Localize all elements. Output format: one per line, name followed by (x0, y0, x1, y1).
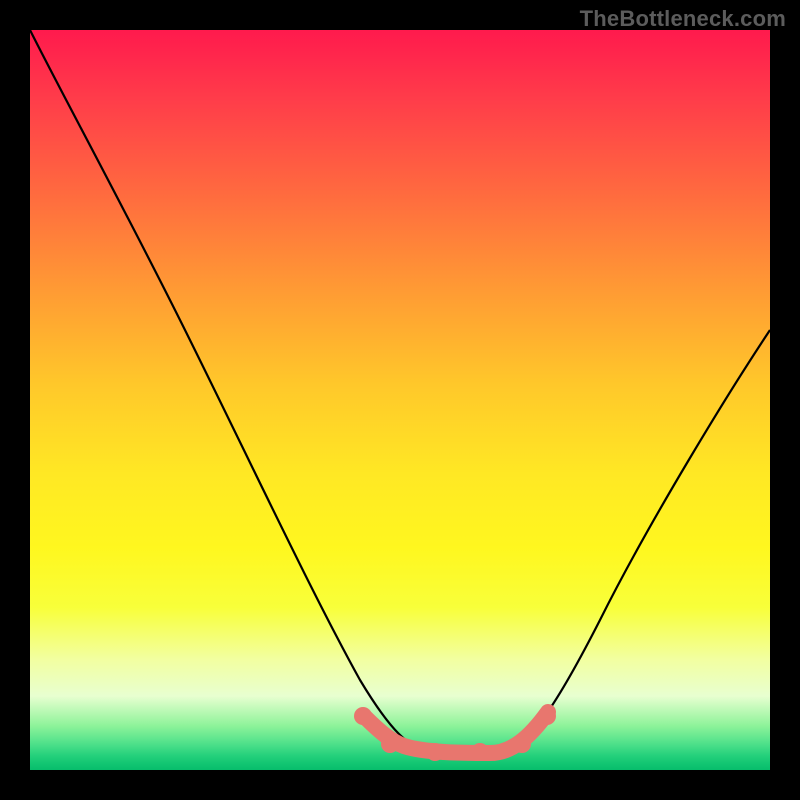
marker-2 (426, 743, 444, 761)
curve-svg (30, 30, 770, 770)
black-curve (30, 30, 770, 750)
marker-0 (354, 707, 372, 725)
marker-4 (513, 735, 531, 753)
plot-area (30, 30, 770, 770)
watermark-text: TheBottleneck.com (580, 6, 786, 32)
marker-3 (471, 743, 489, 761)
chart-frame: TheBottleneck.com (0, 0, 800, 800)
marker-5 (538, 707, 556, 725)
marker-1 (381, 735, 399, 753)
